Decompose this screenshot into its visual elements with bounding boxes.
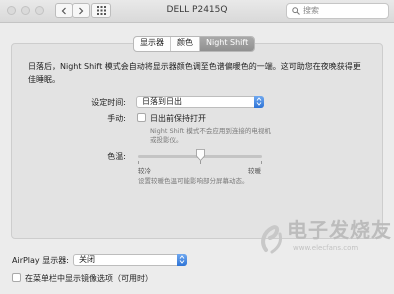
schedule-select[interactable]: 日落到日出	[136, 96, 264, 108]
color-temp-max-label: 较暖	[248, 167, 261, 175]
search-field[interactable]: 搜索	[286, 3, 389, 19]
mirroring-checkbox[interactable]	[12, 273, 21, 282]
manual-checkbox[interactable]	[137, 113, 146, 122]
manual-note-line2: 或投影仪。	[150, 136, 183, 144]
manual-checkbox-label: 日出前保持打开	[150, 114, 206, 123]
slider-tick	[261, 161, 262, 164]
tab-bar: 显示器 颜色 Night Shift	[133, 36, 256, 52]
up-down-arrows-icon	[256, 97, 262, 106]
night-shift-description: 日落后，Night Shift 模式会自动将显示器颜色调至色谱偏暖色的一端。这可…	[28, 62, 361, 84]
select-stepper	[177, 254, 187, 266]
search-placeholder: 搜索	[303, 6, 319, 15]
slider-tick	[138, 161, 139, 164]
schedule-label: 设定时间:	[91, 98, 126, 107]
search-icon	[292, 7, 300, 15]
tab-display[interactable]: 显示器	[134, 37, 171, 51]
airplay-value: 关闭	[79, 255, 95, 264]
color-temp-label: 色温:	[107, 152, 126, 161]
select-stepper	[254, 96, 264, 108]
tab-color[interactable]: 颜色	[171, 37, 200, 51]
color-temp-note: 设置较暖色温可能影响部分屏幕动态。	[138, 177, 249, 185]
color-temp-min-label: 较冷	[138, 167, 151, 175]
manual-label: 手动:	[107, 114, 126, 123]
watermark-text: 电子发烧友	[287, 218, 392, 242]
airplay-select[interactable]: 关闭	[73, 254, 187, 266]
schedule-value: 日落到日出	[142, 97, 182, 106]
manual-note-line1: Night Shift 模式不会应用到连接的电视机	[150, 127, 271, 135]
slider-tick	[200, 161, 201, 164]
watermark-url: www.elecfans.com	[293, 244, 359, 252]
tab-night-shift[interactable]: Night Shift	[200, 37, 255, 51]
title-bar: DELL P2415Q 搜索	[0, 0, 394, 23]
color-temp-slider-knob[interactable]	[195, 149, 205, 161]
airplay-label: AirPlay 显示器:	[12, 256, 69, 265]
mirroring-checkbox-label: 在菜单栏中显示镜像选项（可用时）	[25, 274, 153, 283]
up-down-arrows-icon	[179, 255, 185, 264]
